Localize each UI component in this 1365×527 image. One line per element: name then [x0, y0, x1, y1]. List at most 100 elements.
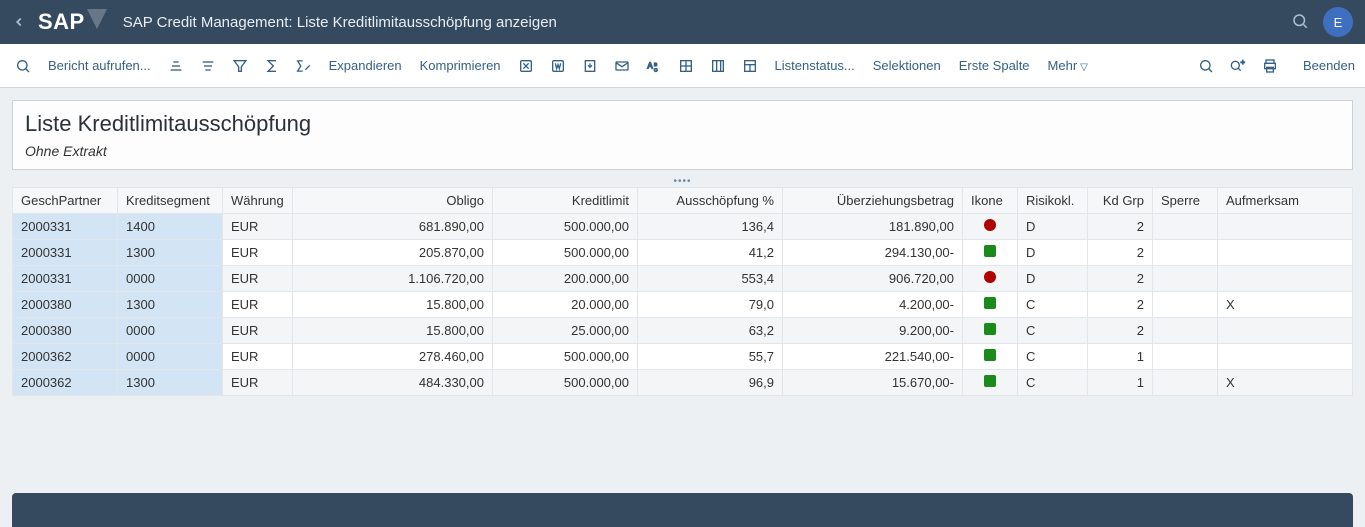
col-kl[interactable]: Kreditlimit: [493, 188, 638, 214]
table-row[interactable]: 20003620000EUR278.460,00500.000,0055,722…: [13, 344, 1353, 370]
search-icon[interactable]: [10, 53, 36, 79]
sort-asc-icon[interactable]: [163, 53, 189, 79]
table-cell: [1218, 318, 1353, 344]
sum-icon[interactable]: [259, 53, 285, 79]
title-panel: Liste Kreditlimitausschöpfung Ohne Extra…: [12, 100, 1353, 170]
sort-desc-icon[interactable]: [195, 53, 221, 79]
report-button[interactable]: Bericht aufrufen...: [42, 58, 157, 73]
table-cell: 1400: [118, 214, 223, 240]
export-excel-icon[interactable]: [513, 53, 539, 79]
page-title: SAP Credit Management: Liste Kreditlimit…: [123, 14, 557, 31]
columns-icon[interactable]: [705, 53, 731, 79]
col-sp[interactable]: Sperre: [1153, 188, 1218, 214]
table-cell: 15.670,00-: [783, 370, 963, 396]
table-header-row: GeschPartner Kreditsegment Währung Oblig…: [13, 188, 1353, 214]
table-row[interactable]: 20003801300EUR15.800,0020.000,0079,04.20…: [13, 292, 1353, 318]
avatar[interactable]: E: [1323, 7, 1353, 37]
table-cell: [963, 266, 1018, 292]
abc-icon[interactable]: ABC: [641, 53, 667, 79]
table-cell: 4.200,00-: [783, 292, 963, 318]
col-au[interactable]: Ausschöpfung %: [638, 188, 783, 214]
layout-icon[interactable]: [737, 53, 763, 79]
selections-button[interactable]: Selektionen: [867, 58, 947, 73]
col-am[interactable]: Aufmerksam: [1218, 188, 1353, 214]
find-icon[interactable]: [1193, 53, 1219, 79]
exit-button[interactable]: Beenden: [1303, 58, 1355, 73]
search-icon[interactable]: [1291, 12, 1309, 33]
toolbar: Bericht aufrufen... Expandieren Komprimi…: [0, 44, 1365, 88]
col-kg[interactable]: Kd Grp: [1088, 188, 1153, 214]
table-row[interactable]: 20003311400EUR681.890,00500.000,00136,41…: [13, 214, 1353, 240]
subtotal-icon[interactable]: [291, 53, 317, 79]
table-cell: 2000380: [13, 292, 118, 318]
table-cell: D: [1018, 214, 1088, 240]
table-cell: 20.000,00: [493, 292, 638, 318]
list-subtitle: Ohne Extrakt: [25, 143, 1340, 159]
back-icon[interactable]: [12, 15, 26, 29]
col-gp[interactable]: GeschPartner: [13, 188, 118, 214]
table-cell: 294.130,00-: [783, 240, 963, 266]
table-cell: 2000362: [13, 344, 118, 370]
table-cell: 181.890,00: [783, 214, 963, 240]
table-cell: 2: [1088, 240, 1153, 266]
svg-text:+: +: [1241, 58, 1245, 67]
expand-button[interactable]: Expandieren: [323, 58, 408, 73]
content-area: Liste Kreditlimitausschöpfung Ohne Extra…: [0, 88, 1365, 408]
table-cell: X: [1218, 370, 1353, 396]
table-cell: [963, 240, 1018, 266]
table-cell: 15.800,00: [293, 318, 493, 344]
status-icon: [984, 219, 996, 231]
table-cell: [1153, 266, 1218, 292]
filter-icon[interactable]: [227, 53, 253, 79]
table-cell: [1218, 240, 1353, 266]
col-ik[interactable]: Ikone: [963, 188, 1018, 214]
table-cell: 500.000,00: [493, 214, 638, 240]
print-icon[interactable]: [1257, 53, 1283, 79]
table-cell: EUR: [223, 344, 293, 370]
table-cell: 25.000,00: [493, 318, 638, 344]
firstcol-button[interactable]: Erste Spalte: [953, 58, 1036, 73]
col-ob[interactable]: Obligo: [293, 188, 493, 214]
data-table: GeschPartner Kreditsegment Währung Oblig…: [12, 187, 1353, 396]
col-w[interactable]: Währung: [223, 188, 293, 214]
table-cell: 906.720,00: [783, 266, 963, 292]
table-cell: EUR: [223, 292, 293, 318]
col-ks[interactable]: Kreditsegment: [118, 188, 223, 214]
table-cell: 1: [1088, 344, 1153, 370]
table-cell: D: [1018, 240, 1088, 266]
table-cell: 221.540,00-: [783, 344, 963, 370]
table-cell: C: [1018, 370, 1088, 396]
svg-text:B: B: [654, 62, 657, 67]
table-row[interactable]: 20003621300EUR484.330,00500.000,0096,915…: [13, 370, 1353, 396]
app-header: SAP SAP Credit Management: Liste Kreditl…: [0, 0, 1365, 44]
table-cell: 2: [1088, 318, 1153, 344]
find-next-icon[interactable]: +: [1225, 53, 1251, 79]
liststatus-button[interactable]: Listenstatus...: [769, 58, 861, 73]
table-cell: EUR: [223, 266, 293, 292]
export-file-icon[interactable]: [577, 53, 603, 79]
table-row[interactable]: 20003311300EUR205.870,00500.000,0041,229…: [13, 240, 1353, 266]
table-cell: [963, 292, 1018, 318]
mail-icon[interactable]: [609, 53, 635, 79]
col-ub[interactable]: Überziehungsbetrag: [783, 188, 963, 214]
table-cell: 205.870,00: [293, 240, 493, 266]
more-menu[interactable]: Mehr▽: [1042, 58, 1094, 73]
table-cell: C: [1018, 344, 1088, 370]
grid-icon[interactable]: [673, 53, 699, 79]
table-cell: 9.200,00-: [783, 318, 963, 344]
table-cell: 136,4: [638, 214, 783, 240]
table-row[interactable]: 20003800000EUR15.800,0025.000,0063,29.20…: [13, 318, 1353, 344]
col-rk[interactable]: Risikokl.: [1018, 188, 1088, 214]
list-title: Liste Kreditlimitausschöpfung: [25, 111, 1340, 137]
table-cell: 1: [1088, 370, 1153, 396]
table-cell: C: [1018, 318, 1088, 344]
table-cell: 1300: [118, 370, 223, 396]
table-cell: 1.106.720,00: [293, 266, 493, 292]
compress-button[interactable]: Komprimieren: [414, 58, 507, 73]
status-icon: [984, 349, 996, 361]
table-cell: 500.000,00: [493, 240, 638, 266]
splitter-handle[interactable]: ••••: [12, 176, 1353, 187]
table-cell: 15.800,00: [293, 292, 493, 318]
export-word-icon[interactable]: [545, 53, 571, 79]
table-row[interactable]: 20003310000EUR1.106.720,00200.000,00553,…: [13, 266, 1353, 292]
